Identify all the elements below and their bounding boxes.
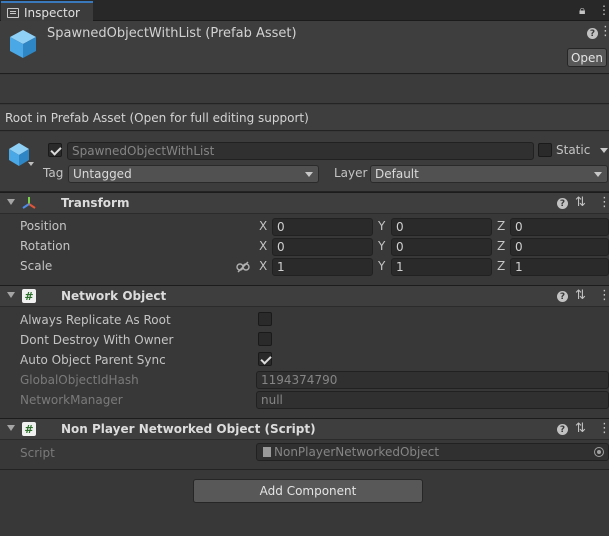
prefab-cube-icon: [10, 30, 36, 58]
gameobject-area: SpawnedObjectWithList Static Tag Untagge…: [0, 132, 609, 192]
axis-z-label[interactable]: Z: [497, 219, 505, 233]
auto-parent-checkbox[interactable]: [258, 352, 272, 366]
tag-dropdown[interactable]: Untagged: [68, 165, 319, 183]
rotation-y-field[interactable]: 0: [391, 238, 492, 256]
axis-x-label[interactable]: X: [259, 219, 267, 233]
always-replicate-label: Always Replicate As Root: [20, 313, 171, 327]
cs-script-icon: #: [22, 422, 36, 436]
component-title: Non Player Networked Object (Script): [61, 422, 316, 436]
script-component-body: Script NonPlayerNetworkedObject: [0, 440, 609, 470]
active-checkbox[interactable]: [48, 143, 62, 157]
tag-value: Untagged: [73, 167, 132, 181]
tab-bar: Inspector 🔒︎ ⋮: [0, 0, 609, 22]
dont-destroy-checkbox[interactable]: [258, 332, 272, 346]
chevron-down-icon[interactable]: [600, 148, 608, 153]
position-y-field[interactable]: 0: [391, 218, 492, 236]
network-object-body: Always Replicate As Root Dont Destroy Wi…: [0, 307, 609, 418]
page-title: SpawnedObjectWithList (Prefab Asset): [47, 26, 297, 41]
foldout-arrow-icon[interactable]: [7, 292, 15, 298]
transform-body: Position X 0 Y 0 Z 0 Rotation X 0 Y 0 Z …: [0, 214, 609, 286]
inspector-header: SpawnedObjectWithList (Prefab Asset) ? ⋮…: [0, 21, 609, 74]
network-manager-field: null: [256, 391, 609, 409]
axis-z-label[interactable]: Z: [497, 239, 505, 253]
component-title: Network Object: [61, 289, 167, 303]
scale-x-field[interactable]: 1: [272, 258, 373, 276]
axis-y-label[interactable]: Y: [378, 259, 385, 273]
rotation-label: Rotation: [20, 239, 71, 253]
foldout-arrow-icon[interactable]: [7, 425, 15, 431]
script-file-icon: [263, 447, 271, 457]
chevron-down-icon: [594, 172, 602, 177]
open-button[interactable]: Open: [567, 48, 607, 67]
axis-z-label[interactable]: Z: [497, 259, 505, 273]
static-label: Static: [556, 143, 591, 157]
scale-label: Scale: [20, 259, 53, 273]
header-toolbar: [0, 75, 609, 104]
help-icon[interactable]: ?: [587, 28, 598, 39]
script-value: NonPlayerNetworkedObject: [274, 445, 440, 459]
script-label: Script: [20, 446, 55, 460]
transform-axes-icon: [22, 197, 36, 209]
layer-value: Default: [375, 167, 419, 181]
help-icon[interactable]: ?: [557, 198, 568, 209]
chevron-down-icon: [305, 172, 313, 177]
script-field: NonPlayerNetworkedObject: [256, 443, 609, 461]
position-z-field[interactable]: 0: [510, 218, 609, 236]
rotation-x-field[interactable]: 0: [272, 238, 373, 256]
rotation-z-field[interactable]: 0: [510, 238, 609, 256]
layer-dropdown[interactable]: Default: [370, 165, 608, 183]
kebab-menu-icon[interactable]: ⋮: [598, 288, 609, 303]
kebab-menu-icon[interactable]: ⋮: [598, 195, 609, 210]
position-x-field[interactable]: 0: [272, 218, 373, 236]
help-icon[interactable]: ?: [557, 291, 568, 302]
add-component-button[interactable]: Add Component: [193, 479, 423, 503]
axis-y-label[interactable]: Y: [378, 239, 385, 253]
layer-label: Layer: [334, 166, 368, 180]
scale-z-field[interactable]: 1: [510, 258, 609, 276]
help-icon[interactable]: ?: [557, 424, 568, 435]
kebab-menu-icon[interactable]: ⋮: [598, 421, 609, 436]
kebab-menu-icon[interactable]: ⋮: [598, 3, 609, 17]
hash-field: 1194374790: [256, 371, 609, 389]
scale-y-field[interactable]: 1: [391, 258, 492, 276]
lock-icon[interactable]: 🔒︎: [579, 3, 585, 18]
static-checkbox[interactable]: [538, 143, 552, 157]
tag-label: Tag: [43, 166, 64, 180]
network-object-header[interactable]: # Network Object ? ⇅ ⋮: [0, 285, 609, 307]
tab-inspector[interactable]: Inspector: [1, 1, 93, 22]
presets-icon[interactable]: ⇅: [575, 288, 586, 303]
chevron-down-icon[interactable]: [28, 162, 34, 166]
axis-y-label[interactable]: Y: [378, 219, 385, 233]
tab-label: Inspector: [24, 5, 80, 20]
script-component-header[interactable]: # Non Player Networked Object (Script) ?…: [0, 418, 609, 440]
kebab-menu-icon[interactable]: ⋮: [599, 24, 609, 39]
object-picker-icon[interactable]: [594, 447, 604, 457]
cs-script-icon: #: [22, 289, 36, 303]
presets-icon[interactable]: ⇅: [575, 195, 586, 210]
constrain-proportions-icon[interactable]: [236, 261, 250, 273]
axis-x-label[interactable]: X: [259, 259, 267, 273]
dont-destroy-label: Dont Destroy With Owner: [20, 333, 174, 347]
gameobject-name-field[interactable]: SpawnedObjectWithList: [67, 142, 534, 160]
presets-icon[interactable]: ⇅: [575, 421, 586, 436]
root-message: Root in Prefab Asset (Open for full edit…: [0, 105, 609, 131]
auto-parent-label: Auto Object Parent Sync: [20, 353, 166, 367]
hash-label: GlobalObjectIdHash: [20, 373, 139, 387]
axis-x-label[interactable]: X: [259, 239, 267, 253]
network-manager-label: NetworkManager: [20, 393, 123, 407]
foldout-arrow-icon[interactable]: [7, 199, 15, 205]
transform-header[interactable]: Transform ? ⇅ ⋮: [0, 192, 609, 214]
divider: [0, 469, 609, 470]
always-replicate-checkbox[interactable]: [258, 312, 272, 326]
inspector-icon: [7, 7, 19, 18]
component-title: Transform: [61, 196, 130, 210]
position-label: Position: [20, 219, 67, 233]
